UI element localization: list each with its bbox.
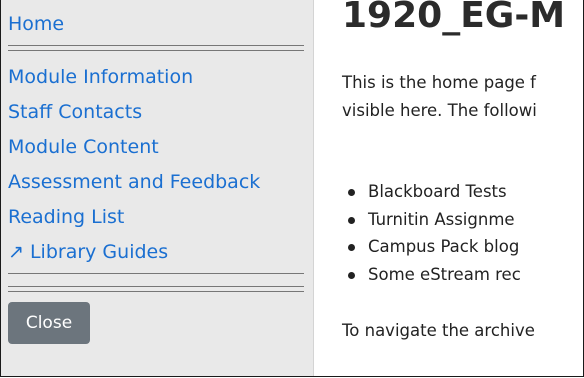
sidebar-item-home[interactable]: Home [8,12,64,36]
list-item: Blackboard Tests [342,178,521,206]
close-button[interactable]: Close [8,302,90,344]
list-item: Some eStream rec [342,261,521,289]
module-sidebar: Home Module Information Staff Contacts M… [1,0,314,376]
feature-list: Blackboard Tests Turnitin Assignme Campu… [342,178,521,288]
sidebar-divider [8,286,304,292]
page-title: 1920_EG-M [342,0,566,36]
sidebar-item-staff-contacts[interactable]: Staff Contacts [8,100,142,124]
navigate-text: To navigate the archive [342,321,535,340]
main-content: 1920_EG-M This is the home page f visibl… [314,0,583,376]
sidebar-divider [8,273,304,274]
list-item: Turnitin Assignme [342,206,521,234]
sidebar-divider [8,45,304,51]
intro-text-line-1: This is the home page f [342,73,536,92]
list-item: Campus Pack blog [342,233,521,261]
sidebar-item-module-information[interactable]: Module Information [8,65,193,89]
page-frame: Home Module Information Staff Contacts M… [0,0,584,377]
intro-text-line-2: visible here. The followi [342,101,537,120]
sidebar-item-assessment-and-feedback[interactable]: Assessment and Feedback [8,170,260,194]
sidebar-item-module-content[interactable]: Module Content [8,135,159,159]
sidebar-item-library-guides[interactable]: ↗ Library Guides [8,240,168,264]
sidebar-item-reading-list[interactable]: Reading List [8,205,124,229]
